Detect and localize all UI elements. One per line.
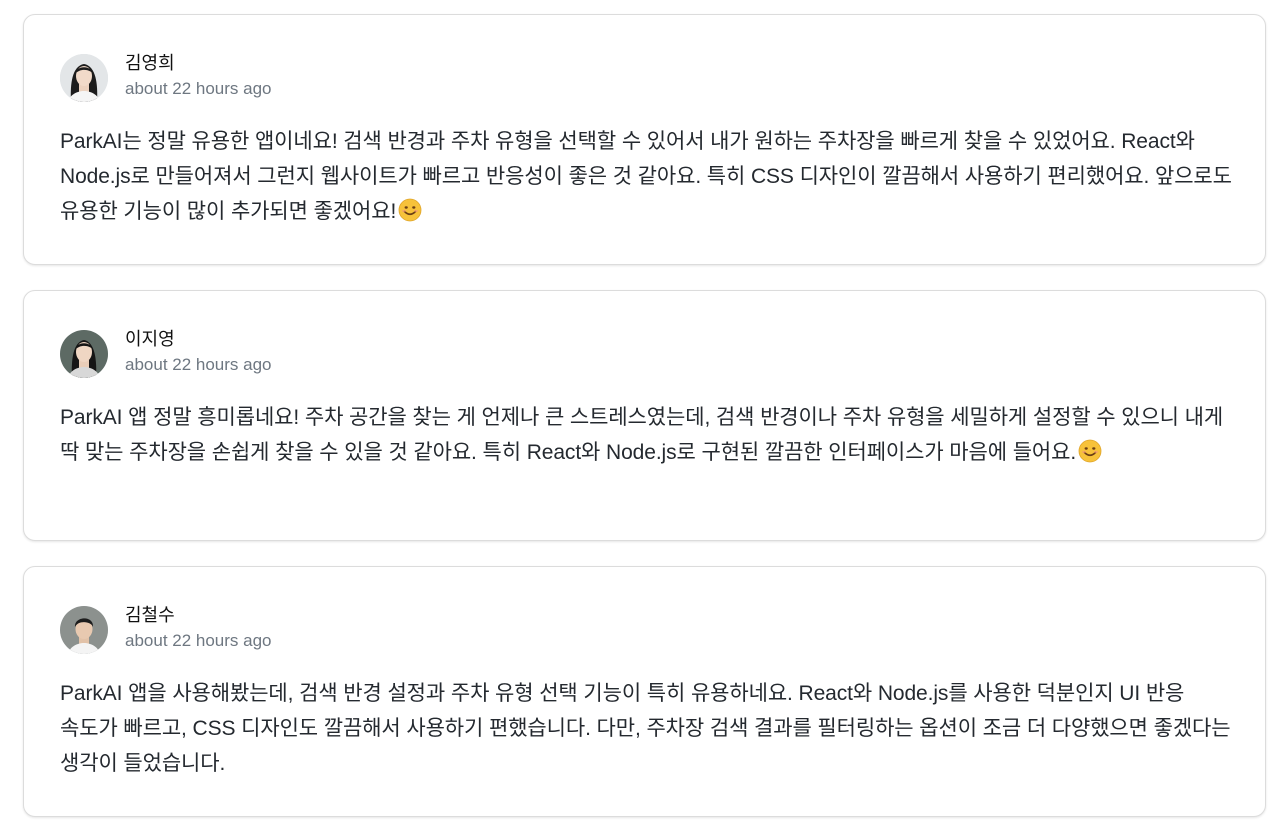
review-card: 김영희 about 22 hours ago ParkAI는 정말 유용한 앱이…	[23, 14, 1266, 265]
review-card: 김철수 about 22 hours ago ParkAI 앱을 사용해봤는데,…	[23, 566, 1266, 817]
review-header: 이지영 about 22 hours ago	[60, 329, 1229, 379]
smiling-face-emoji-icon	[398, 198, 422, 222]
male-avatar-icon	[60, 606, 108, 654]
author-block: 김철수 about 22 hours ago	[125, 605, 272, 653]
smiling-face-emoji-icon	[1078, 439, 1102, 463]
author-name: 이지영	[125, 329, 175, 349]
review-card: 이지영 about 22 hours ago ParkAI 앱 정말 흥미롭네요…	[23, 290, 1266, 541]
review-timestamp: about 22 hours ago	[125, 79, 272, 98]
review-text-content: ParkAI 앱 정말 흥미롭네요! 주차 공간을 찾는 게 언제나 큰 스트레…	[60, 406, 1224, 464]
review-text: ParkAI 앱 정말 흥미롭네요! 주차 공간을 찾는 게 언제나 큰 스트레…	[60, 400, 1232, 470]
author-block: 김영희 about 22 hours ago	[125, 53, 272, 101]
review-timestamp: about 22 hours ago	[125, 355, 272, 374]
review-text: ParkAI 앱을 사용해봤는데, 검색 반경 설정과 주차 유형 선택 기능이…	[60, 676, 1232, 781]
author-block: 이지영 about 22 hours ago	[125, 329, 272, 377]
review-header: 김영희 about 22 hours ago	[60, 53, 1229, 103]
author-name: 김영희	[125, 53, 175, 73]
review-timestamp: about 22 hours ago	[125, 631, 272, 650]
review-text-content: ParkAI는 정말 유용한 앱이네요! 검색 반경과 주차 유형을 선택할 수…	[60, 130, 1232, 223]
review-text-content: ParkAI 앱을 사용해봤는데, 검색 반경 설정과 주차 유형 선택 기능이…	[60, 682, 1231, 775]
female-avatar-icon	[60, 330, 108, 378]
review-text: ParkAI는 정말 유용한 앱이네요! 검색 반경과 주차 유형을 선택할 수…	[60, 124, 1232, 229]
review-header: 김철수 about 22 hours ago	[60, 605, 1229, 655]
review-list: 김영희 about 22 hours ago ParkAI는 정말 유용한 앱이…	[23, 14, 1266, 834]
female-avatar-icon	[60, 54, 108, 102]
author-name: 김철수	[125, 605, 175, 625]
